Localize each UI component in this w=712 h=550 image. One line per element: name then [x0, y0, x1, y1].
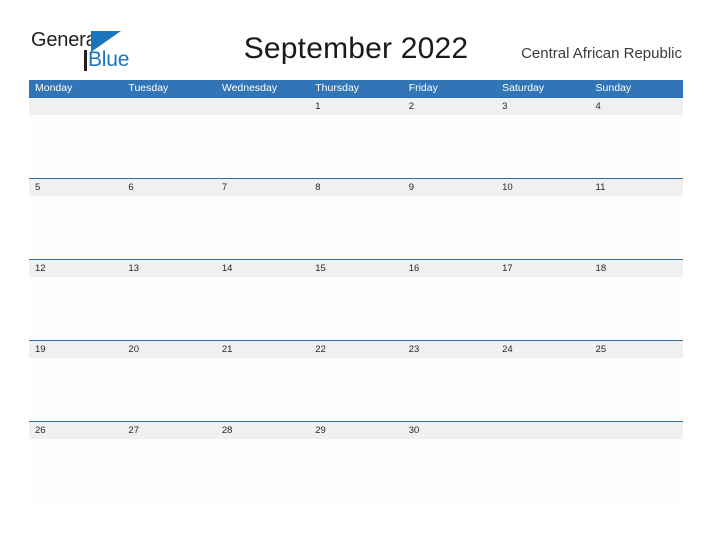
day-cell[interactable]: [29, 98, 122, 115]
day-cell[interactable]: 16: [403, 260, 496, 277]
day-cell[interactable]: 17: [496, 260, 589, 277]
page-header: General Blue September 2022 Central Afri…: [0, 0, 712, 78]
calendar-week-note-area[interactable]: [29, 115, 683, 178]
calendar-week-date-band: 26 27 28 29 30: [29, 421, 683, 439]
calendar-week-note-area[interactable]: [29, 358, 683, 421]
day-cell[interactable]: 25: [590, 341, 683, 358]
calendar-week-row: 26 27 28 29 30: [29, 421, 683, 502]
day-cell[interactable]: 30: [403, 422, 496, 439]
calendar-week-date-band: 5 6 7 8 9 10 11: [29, 178, 683, 196]
weekday-header-monday: Monday: [35, 82, 73, 94]
day-cell[interactable]: 24: [496, 341, 589, 358]
day-cell[interactable]: 2: [403, 98, 496, 115]
day-cell[interactable]: 8: [309, 179, 402, 196]
day-cell[interactable]: [216, 98, 309, 115]
day-cell[interactable]: 21: [216, 341, 309, 358]
day-cell[interactable]: 1: [309, 98, 402, 115]
day-cell[interactable]: 15: [309, 260, 402, 277]
calendar-week-row: 1 2 3 4: [29, 97, 683, 178]
calendar-week-note-area[interactable]: [29, 277, 683, 340]
weekday-header-wednesday: Wednesday: [221, 82, 278, 94]
calendar-week-note-area[interactable]: [29, 439, 683, 502]
weekday-header-thursday: Thursday: [315, 82, 360, 94]
day-cell[interactable]: 14: [216, 260, 309, 277]
calendar-grid: Monday Tuesday Wednesday Thursday Friday…: [29, 80, 683, 502]
day-cell[interactable]: [122, 98, 215, 115]
weekday-header-tuesday: Tuesday: [128, 82, 169, 94]
day-cell[interactable]: 9: [403, 179, 496, 196]
day-cell[interactable]: 28: [216, 422, 309, 439]
day-cell[interactable]: [496, 422, 589, 439]
day-cell[interactable]: 4: [590, 98, 683, 115]
day-cell[interactable]: 29: [309, 422, 402, 439]
calendar-week-row: 12 13 14 15 16 17 18: [29, 259, 683, 340]
day-cell[interactable]: 12: [29, 260, 122, 277]
day-cell[interactable]: 13: [122, 260, 215, 277]
weekday-header-sunday: Sunday: [595, 82, 632, 94]
calendar-weekday-header: Monday Tuesday Wednesday Thursday Friday…: [29, 80, 683, 97]
calendar-week-date-band: 12 13 14 15 16 17 18: [29, 259, 683, 277]
calendar-week-date-band: 19 20 21 22 23 24 25: [29, 340, 683, 358]
calendar-week-row: 5 6 7 8 9 10 11: [29, 178, 683, 259]
day-cell[interactable]: 23: [403, 341, 496, 358]
day-cell[interactable]: 27: [122, 422, 215, 439]
day-cell[interactable]: 20: [122, 341, 215, 358]
day-cell[interactable]: 11: [590, 179, 683, 196]
day-cell[interactable]: 5: [29, 179, 122, 196]
day-cell[interactable]: 26: [29, 422, 122, 439]
day-cell[interactable]: 19: [29, 341, 122, 358]
calendar-week-row: 19 20 21 22 23 24 25: [29, 340, 683, 421]
day-cell[interactable]: 10: [496, 179, 589, 196]
day-cell[interactable]: 6: [122, 179, 215, 196]
weekday-header-friday: Friday: [408, 82, 438, 94]
calendar-week-date-band: 1 2 3 4: [29, 97, 683, 115]
weekday-header-saturday: Saturday: [502, 82, 545, 94]
day-cell[interactable]: 7: [216, 179, 309, 196]
day-cell[interactable]: 18: [590, 260, 683, 277]
day-cell[interactable]: 3: [496, 98, 589, 115]
calendar-week-note-area[interactable]: [29, 196, 683, 259]
day-cell[interactable]: [590, 422, 683, 439]
country-label: Central African Republic: [521, 45, 682, 62]
day-cell[interactable]: 22: [309, 341, 402, 358]
